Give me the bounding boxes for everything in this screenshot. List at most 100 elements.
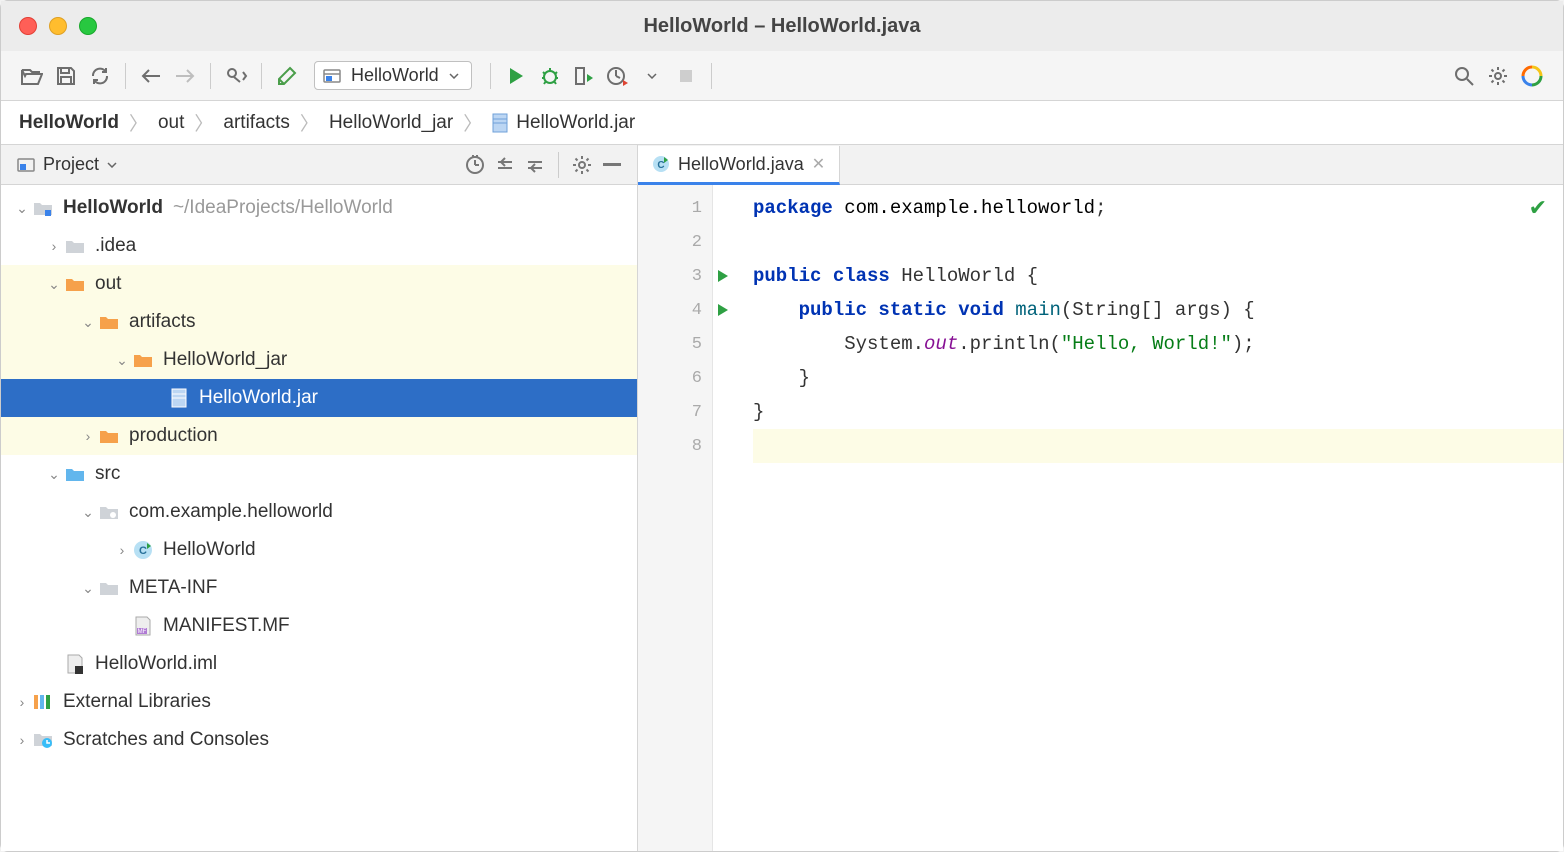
breadcrumb-item[interactable]: HelloWorld.jar [492,112,635,134]
code-line[interactable]: public class HelloWorld { [753,259,1563,293]
minimize-window-button[interactable] [49,17,67,35]
code-line[interactable]: System.out.println("Hello, World!"); [753,327,1563,361]
tree-label: HelloWorld_jar [163,349,287,371]
gutter-line-number[interactable]: 7 [638,395,712,429]
code-line[interactable] [753,225,1563,259]
gutter-line-number[interactable]: 8 [638,429,712,463]
tree-row-idea[interactable]: › .idea [1,227,637,265]
chevron-down-icon[interactable] [635,59,669,93]
debug-icon[interactable] [533,59,567,93]
gutter-line-number[interactable]: 1 [638,191,712,225]
run-gutter-icon[interactable] [716,268,730,284]
jetbrains-icon[interactable] [1515,59,1549,93]
coverage-icon[interactable] [567,59,601,93]
class-icon: C [652,155,670,173]
open-icon[interactable] [15,59,49,93]
forward-icon[interactable] [168,59,202,93]
sync-icon[interactable] [83,59,117,93]
toolbar-separator [711,63,712,89]
tree-label: HelloWorld.iml [95,653,217,675]
code-line[interactable]: } [753,361,1563,395]
folder-icon [63,276,87,292]
close-window-button[interactable] [19,17,37,35]
project-icon [17,158,35,172]
expand-all-icon[interactable] [490,150,520,180]
folder-icon [97,580,121,596]
run-icon[interactable] [499,59,533,93]
tree-row-src[interactable]: ⌄ src [1,455,637,493]
stop-icon[interactable] [669,59,703,93]
hide-panel-icon[interactable] [597,150,627,180]
tree-row-project-root[interactable]: ⌄ HelloWorld ~/IdeaProjects/HelloWorld [1,189,637,227]
code-line[interactable]: } [753,395,1563,429]
svg-text:C: C [139,545,147,557]
select-opened-file-icon[interactable] [460,150,490,180]
tree-row-jar-file[interactable]: HelloWorld.jar [1,379,637,417]
chevron-right-icon: › [13,732,31,748]
code-content[interactable]: package com.example.helloworld; public cl… [713,185,1563,851]
editor-tabs: C HelloWorld.java ✕ [638,145,1563,185]
tree-row-metainf[interactable]: ⌄ META-INF [1,569,637,607]
vcs-icon[interactable] [219,59,253,93]
manifest-icon: MF [131,616,155,636]
folder-icon [131,352,155,368]
tree-path: ~/IdeaProjects/HelloWorld [173,197,393,219]
search-icon[interactable] [1447,59,1481,93]
save-icon[interactable] [49,59,83,93]
chevron-down-icon [449,73,459,79]
project-tree[interactable]: ⌄ HelloWorld ~/IdeaProjects/HelloWorld ›… [1,185,637,851]
breadcrumb-item[interactable]: out [158,112,184,134]
maximize-window-button[interactable] [79,17,97,35]
tree-row-class[interactable]: › C HelloWorld [1,531,637,569]
gear-icon[interactable] [567,150,597,180]
tree-row-production[interactable]: › production [1,417,637,455]
tree-row-out[interactable]: ⌄ out [1,265,637,303]
tree-label: src [95,463,120,485]
profile-icon[interactable] [601,59,635,93]
chevron-right-icon: 〉 [129,109,148,136]
settings-icon[interactable] [1481,59,1515,93]
breadcrumb-item[interactable]: artifacts [223,112,290,134]
folder-icon [97,314,121,330]
run-config-selector[interactable]: HelloWorld [314,61,472,90]
tree-row-manifest[interactable]: MF MANIFEST.MF [1,607,637,645]
breadcrumb-root[interactable]: HelloWorld [19,112,119,134]
tree-label: com.example.helloworld [129,501,333,523]
class-icon: C [131,540,155,560]
collapse-all-icon[interactable] [520,150,550,180]
gutter-run-icons [716,191,730,463]
tree-label: HelloWorld [163,539,256,561]
tree-row-jar-dir[interactable]: ⌄ HelloWorld_jar [1,341,637,379]
inspection-ok-icon[interactable]: ✔ [1529,195,1547,221]
breadcrumb-item[interactable]: HelloWorld_jar [329,112,453,134]
build-icon[interactable] [270,59,304,93]
libraries-icon [31,693,55,711]
code-line[interactable] [753,429,1563,463]
back-icon[interactable] [134,59,168,93]
gutter[interactable]: 12345678 [638,185,713,851]
tree-row-artifacts[interactable]: ⌄ artifacts [1,303,637,341]
code-line[interactable]: public static void main(String[] args) { [753,293,1563,327]
gutter-line-number[interactable]: 2 [638,225,712,259]
tree-label: Scratches and Consoles [63,729,269,751]
close-tab-icon[interactable]: ✕ [812,154,825,174]
code-line[interactable]: package com.example.helloworld; [753,191,1563,225]
project-view-selector[interactable]: Project [11,152,123,177]
run-gutter-icon[interactable] [716,302,730,318]
breadcrumb-label: HelloWorld.jar [516,112,635,134]
tree-row-external-libs[interactable]: › External Libraries [1,683,637,721]
chevron-right-icon: 〉 [300,109,319,136]
breadcrumb-bar: HelloWorld 〉 out 〉 artifacts 〉 HelloWorl… [1,101,1563,145]
gutter-line-number[interactable]: 4 [638,293,712,327]
tree-row-scratches[interactable]: › Scratches and Consoles [1,721,637,759]
main-toolbar: HelloWorld [1,51,1563,101]
gutter-line-number[interactable]: 3 [638,259,712,293]
tree-row-package[interactable]: ⌄ com.example.helloworld [1,493,637,531]
tree-row-iml[interactable]: HelloWorld.iml [1,645,637,683]
gutter-line-number[interactable]: 5 [638,327,712,361]
code-area[interactable]: 12345678 package com.example.helloworld;… [638,185,1563,851]
chevron-down-icon: ⌄ [45,276,63,293]
title-bar: HelloWorld – HelloWorld.java [1,1,1563,51]
gutter-line-number[interactable]: 6 [638,361,712,395]
editor-tab[interactable]: C HelloWorld.java ✕ [638,146,840,185]
